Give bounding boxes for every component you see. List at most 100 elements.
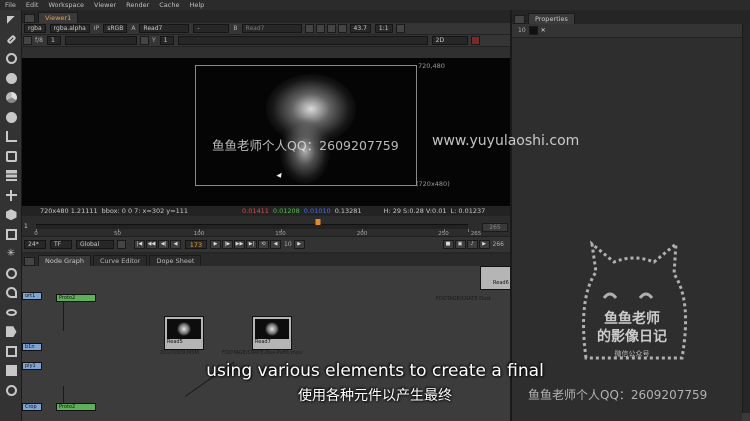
timeline-end-field[interactable]: 265 [482, 223, 508, 232]
ip-toggle[interactable]: IP [94, 25, 99, 32]
lock-icon[interactable] [395, 24, 405, 33]
tool-particles[interactable]: ✳ [0, 244, 22, 264]
menu-file[interactable]: File [0, 0, 21, 10]
gain-field[interactable]: 1 [46, 36, 61, 45]
tool-filter[interactable] [0, 108, 22, 128]
menu-workspace[interactable]: Workspace [43, 0, 89, 10]
tool-deep[interactable] [0, 264, 22, 284]
tool-eye[interactable] [0, 303, 22, 323]
node-read5[interactable]: Read5 [164, 316, 204, 350]
tag-icon [5, 326, 17, 338]
panel-menu-icon[interactable] [24, 14, 35, 23]
next-keyframe-button[interactable]: ▶▶ [234, 240, 245, 249]
node-read7[interactable]: Read7 [252, 316, 292, 350]
read7-thumbnail [255, 319, 289, 339]
end-frame-field[interactable]: 266 [493, 241, 504, 248]
tab-viewer1[interactable]: Viewer1 [38, 12, 79, 23]
channel-select[interactable]: rgba.alpha [49, 24, 90, 33]
tab-curve-editor[interactable]: Curve Editor [92, 255, 148, 266]
clip-icon[interactable] [337, 24, 347, 33]
zoom-select[interactable]: 43.7 [349, 24, 371, 33]
menu-viewer[interactable]: Viewer [89, 0, 121, 10]
step-back-button[interactable]: ⟲ [258, 240, 269, 249]
format-frame [195, 65, 417, 186]
cache-button[interactable]: ▣ [454, 240, 466, 249]
timeline-playhead[interactable] [315, 219, 321, 225]
colorspace-select[interactable]: sRGB [103, 24, 128, 33]
sync-button[interactable]: ▶ [478, 240, 490, 249]
compare-select[interactable]: - [193, 24, 230, 33]
menu-cache[interactable]: Cache [154, 0, 184, 10]
properties-menu-icon[interactable] [514, 15, 525, 24]
view-mode-select[interactable]: 2D [431, 36, 468, 45]
gamma-field[interactable]: 1 [159, 36, 174, 45]
play-forward-button[interactable]: ▶ [210, 240, 221, 249]
hsv-readout: H: 29 S:0.28 V:0.01 [383, 207, 447, 215]
prev-keyframe-button[interactable]: ◀◀ [146, 240, 157, 249]
viewer-panel: Viewer1 rgba rgba.alpha IP sRGB A Read7 … [22, 10, 510, 252]
menu-render[interactable]: Render [121, 0, 154, 10]
roi-icon[interactable] [326, 24, 336, 33]
mask-icon[interactable] [315, 24, 325, 33]
tool-pointer[interactable] [0, 10, 22, 30]
menu-help[interactable]: Help [184, 0, 209, 10]
clear-panels-icon[interactable]: ✕ [541, 27, 546, 34]
tab-node-graph[interactable]: Node Graph [38, 255, 91, 266]
tool-metadata[interactable] [0, 283, 22, 303]
tool-channel[interactable] [0, 69, 22, 89]
tool-3d[interactable] [0, 205, 22, 225]
next-frame-button[interactable]: |▶ [222, 240, 233, 249]
tool-time[interactable] [0, 49, 22, 69]
render-stop-icon[interactable] [470, 36, 480, 45]
step-forward-button[interactable]: ▶ [293, 240, 305, 249]
tab-dope-sheet[interactable]: Dope Sheet [149, 255, 202, 266]
tool-color[interactable] [0, 88, 22, 108]
step-value[interactable]: 10 [284, 241, 292, 248]
tool-layers[interactable] [0, 166, 22, 186]
properties-tabbar: Properties [512, 10, 750, 24]
tool-views[interactable] [0, 225, 22, 245]
max-panels-field[interactable]: 10 [518, 27, 526, 34]
gamma-toggle-icon[interactable] [139, 36, 149, 45]
input-b-select[interactable]: Read7 [241, 24, 302, 33]
gamma-slider[interactable] [177, 36, 428, 45]
viewer-canvas[interactable]: 720,480 (720x480) [22, 58, 510, 206]
loop-icon[interactable] [117, 240, 126, 249]
scope-select[interactable]: Global [76, 240, 114, 249]
play-backward-button[interactable]: ◀ [170, 240, 181, 249]
node-side-a[interactable]: ort1 [22, 292, 42, 300]
timeline-track[interactable] [36, 224, 468, 229]
current-frame-field[interactable]: 173 [185, 240, 207, 249]
viewer-info-bar: 720x480 1.21111 bbox: 0 0 7: x=302 y=111… [22, 206, 510, 216]
gain-slider[interactable] [64, 36, 137, 45]
timeline-bar[interactable]: 1 0 50 100 150 200 250 265 265 [22, 216, 510, 237]
node-read6[interactable]: Read6 [480, 266, 510, 290]
first-frame-button[interactable]: |◀ [134, 240, 145, 249]
graph-menu-icon[interactable] [24, 257, 35, 266]
tab-properties[interactable]: Properties [528, 13, 575, 24]
properties-toolbar: 10 ✕ [512, 24, 750, 38]
tool-paint[interactable] [0, 30, 22, 50]
flipbook-button[interactable]: ■ [442, 240, 454, 249]
last-frame-button[interactable]: ▶| [246, 240, 257, 249]
lock-panels-icon[interactable] [528, 26, 538, 35]
menu-edit[interactable]: Edit [21, 0, 44, 10]
scroll-down-icon[interactable] [742, 413, 750, 421]
audio-button[interactable]: ♪ [466, 240, 478, 249]
tool-merge[interactable] [0, 147, 22, 167]
tool-transform[interactable] [0, 186, 22, 206]
fps-select[interactable]: 24* [24, 240, 46, 249]
overlay-icon[interactable] [304, 24, 314, 33]
tool-other[interactable] [0, 322, 22, 342]
tool-keyer[interactable] [0, 127, 22, 147]
step-field-icon[interactable]: ◀ [270, 240, 281, 249]
tool-toolsets[interactable] [0, 342, 22, 362]
channels-select[interactable]: rgba [24, 24, 46, 33]
tf-select[interactable]: TF [50, 240, 72, 249]
ratio-select[interactable]: 1:1 [374, 24, 393, 33]
input-a-select[interactable]: Read7 [139, 24, 190, 33]
gain-toggle-icon[interactable] [23, 36, 32, 45]
node-side-b[interactable]: b1n [22, 343, 42, 351]
node-merge-a[interactable]: Proto2 [56, 294, 96, 302]
prev-frame-button[interactable]: ◀| [158, 240, 169, 249]
